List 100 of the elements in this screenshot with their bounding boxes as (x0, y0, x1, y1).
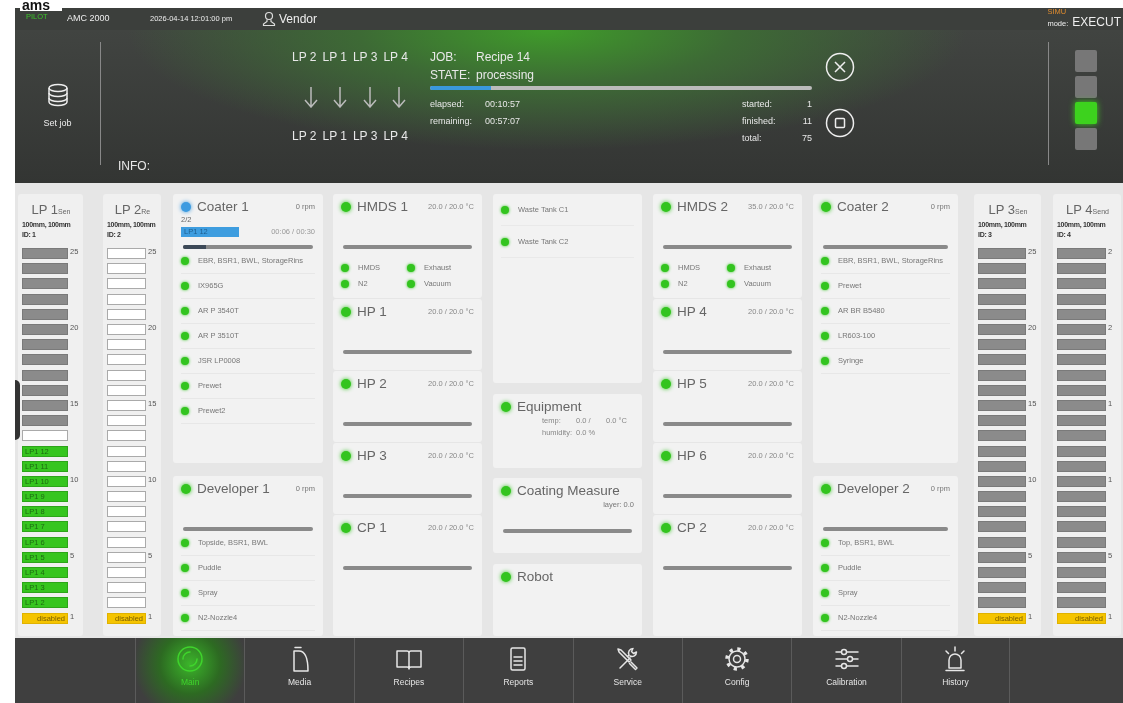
module-title: Developer 2 (837, 481, 910, 497)
status-dot (407, 279, 415, 288)
wafer-slot (978, 248, 1026, 260)
counter-value: 11 (801, 115, 812, 128)
counter-value: 75 (801, 132, 812, 145)
wafer-slot (1057, 354, 1106, 366)
wafer-slot (22, 339, 68, 351)
time-value: 00:57:07 (485, 115, 521, 128)
empty-slot (107, 521, 146, 533)
wafer-slot (978, 384, 1026, 396)
nav-tab[interactable]: Config (681, 638, 792, 703)
state-value: processing (476, 68, 535, 82)
settings-icon (723, 645, 752, 673)
wafer-slot (22, 384, 68, 396)
info-label: INFO: (118, 159, 150, 173)
job-label: JOB: (430, 50, 458, 64)
wafer-slot (22, 399, 68, 411)
wafer-slot (22, 278, 68, 290)
empty-slot (107, 445, 146, 457)
empty-slot (107, 506, 146, 518)
nav-tab[interactable]: Recipes (353, 638, 464, 703)
nav-tab[interactable]: History (900, 638, 1011, 703)
wafer-slot (978, 567, 1026, 579)
module-title: Coater 1 (197, 199, 249, 215)
arrow-down-icon (333, 86, 348, 108)
status-dot (181, 257, 189, 265)
empty-slot (107, 582, 146, 594)
set-job-button[interactable]: Set job (15, 30, 100, 183)
counter-value: 1 (806, 98, 812, 111)
empty-slot (107, 384, 146, 396)
wafer-slot (1057, 567, 1106, 579)
port-title: LP 4 (1066, 201, 1093, 219)
nav-tab[interactable]: Service (572, 638, 682, 703)
wafer-slot (1057, 521, 1106, 533)
wafer-slot (22, 263, 68, 275)
wafer-slot (1057, 491, 1106, 503)
close-icon (825, 52, 855, 82)
status-dot (181, 332, 189, 340)
nav-tab[interactable]: Media (244, 638, 354, 703)
module-title: HP 5 (677, 376, 707, 392)
database-icon (46, 82, 69, 107)
wafer-slot (978, 536, 1026, 548)
port-label: LP 4 (383, 50, 408, 64)
cancel-button[interactable] (825, 52, 855, 82)
wafer-slot (1057, 445, 1106, 457)
status-dot (661, 263, 669, 272)
status-dot (727, 279, 735, 288)
wafer-slot (978, 293, 1026, 305)
drawer-handle[interactable] (15, 380, 20, 440)
nav-tab[interactable]: Reports (463, 638, 573, 703)
wafer-slot (1057, 308, 1106, 320)
machine-name: AMC 2000 (67, 12, 111, 26)
status-dot (407, 263, 415, 272)
status-dot (727, 263, 735, 272)
port-label: LP 3 (352, 129, 378, 143)
empty-slot (107, 293, 146, 305)
status-dot (341, 279, 349, 288)
state-label: STATE: (430, 68, 472, 82)
status-dot (501, 205, 509, 214)
module-title: HP 4 (677, 304, 707, 320)
empty-slot (107, 369, 146, 381)
wafer-slot (1057, 460, 1106, 472)
wafer-slot (1057, 278, 1106, 290)
wafer-slot (978, 445, 1026, 457)
wafer-slot (22, 293, 68, 305)
logo-text: ams (20, 0, 62, 11)
stop-button[interactable] (825, 108, 855, 138)
wafer-slot (978, 324, 1026, 336)
mode-value: EXECUT (1072, 15, 1121, 28)
port-label: LP 1 (322, 50, 347, 64)
wafer-slot (978, 597, 1026, 609)
port-label: LP 4 (383, 129, 408, 143)
wafer-slot (978, 551, 1026, 563)
module-title: Developer 1 (197, 481, 270, 497)
wafer-slot (22, 324, 68, 336)
empty-slot (107, 536, 146, 548)
ring-icon (176, 645, 205, 673)
empty-slot (107, 278, 146, 290)
status-dot (821, 332, 829, 340)
status-dot (181, 539, 189, 547)
port-title: LP 3 (988, 201, 1015, 219)
status-dot (821, 539, 829, 547)
wafer-slot (978, 491, 1026, 503)
wafer-slot (978, 339, 1026, 351)
arrow-down-icon (303, 86, 318, 108)
module-title: HP 6 (677, 448, 707, 464)
module-title: Equipment (517, 399, 582, 415)
module-title: Coater 2 (837, 199, 889, 215)
wafer-slot (978, 369, 1026, 381)
wafer-slot (978, 430, 1026, 442)
wafer-slot (978, 399, 1026, 411)
counter-label: finished: (742, 115, 777, 128)
status-dot (661, 279, 669, 288)
wafer-slot (22, 248, 68, 260)
nav-tab[interactable]: Calibration (791, 638, 901, 703)
time-label: remaining: (430, 115, 474, 128)
status-dot (181, 282, 189, 290)
port-label: LP 1 (322, 129, 347, 143)
wafer-slot (978, 582, 1026, 594)
module-title: HP 2 (357, 376, 387, 392)
